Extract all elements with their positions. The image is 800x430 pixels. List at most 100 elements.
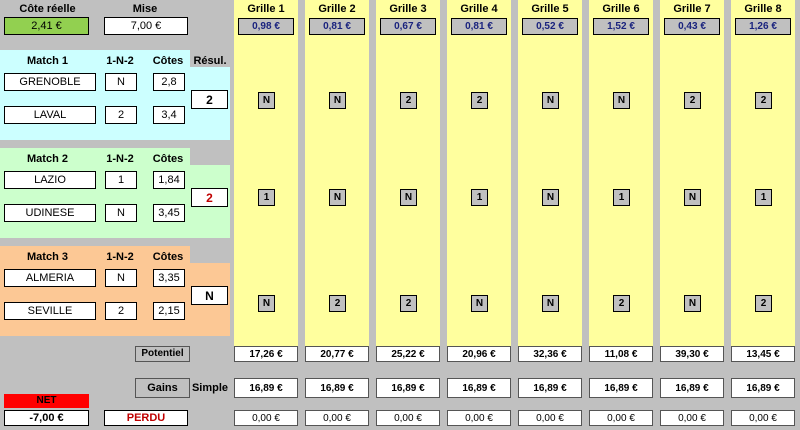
pick-away-input[interactable]: 2 [105,302,137,320]
team-home: GRENOBLE [4,73,96,91]
cote-reelle-value: 2,41 € [4,17,89,35]
team-home: ALMERIA [4,269,96,287]
grille-pick[interactable]: 1 [471,189,488,206]
grille-pick[interactable]: N [258,92,275,109]
col-1n2-header: 1-N-2 [106,251,134,263]
pick-home-input[interactable]: N [105,73,137,91]
grille-pick[interactable]: 1 [755,189,772,206]
team-away: UDINESE [4,204,96,222]
match-title: Match 1 [27,55,68,67]
grille-pick[interactable]: N [258,295,275,312]
potentiel-label: Potentiel [141,348,184,359]
net-label: NET [4,394,89,408]
grille-title: Grille 1 [247,3,285,15]
grille-potentiel: 25,22 € [376,346,440,362]
grille-potentiel: 32,36 € [518,346,582,362]
cote-home-input[interactable]: 2,8 [153,73,185,91]
grille-cote: 0,67 € [380,18,436,35]
pick-home-input[interactable]: N [105,269,137,287]
result-input[interactable]: 2 [191,90,228,109]
grille-pick[interactable]: 2 [471,92,488,109]
pick-home-input[interactable]: 1 [105,171,137,189]
grille-pick[interactable]: 1 [258,189,275,206]
grille-net: 0,00 € [731,410,795,426]
grille-pick[interactable]: 2 [400,295,417,312]
grille-title: Grille 8 [744,3,782,15]
grille-cote: 0,98 € [238,18,294,35]
grille-potentiel: 20,77 € [305,346,369,362]
grille-pick[interactable]: 2 [684,92,701,109]
grille-cote: 1,26 € [735,18,791,35]
grille-pick[interactable]: N [684,295,701,312]
col-1n2-header: 1-N-2 [106,153,134,165]
grille-gains: 16,89 € [518,378,582,398]
gains-label: Gains [147,382,178,394]
pick-away-input[interactable]: N [105,204,137,222]
grille-net: 0,00 € [376,410,440,426]
grille-gains: 16,89 € [305,378,369,398]
grille-pick[interactable]: 1 [613,189,630,206]
team-away: SEVILLE [4,302,96,320]
grille-title: Grille 2 [318,3,356,15]
grille-potentiel: 13,45 € [731,346,795,362]
status-badge: PERDU [104,410,188,426]
grille-potentiel: 20,96 € [447,346,511,362]
cote-home-input[interactable]: 3,35 [153,269,185,287]
cote-away-input[interactable]: 3,4 [153,106,185,124]
grille-title: Grille 6 [602,3,640,15]
grille-cote: 1,52 € [593,18,649,35]
grille-title: Grille 5 [531,3,569,15]
simple-label: Simple [191,382,229,394]
result-input[interactable]: 2 [191,188,228,207]
net-value: -7,00 € [4,410,89,426]
grille-net: 0,00 € [234,410,298,426]
grille-pick[interactable]: N [471,295,488,312]
grille-cote: 0,43 € [664,18,720,35]
cote-away-input[interactable]: 3,45 [153,204,185,222]
mise-input[interactable]: 7,00 € [104,17,188,35]
grille-pick[interactable]: N [684,189,701,206]
grille-cote: 0,81 € [451,18,507,35]
grille-gains: 16,89 € [731,378,795,398]
grille-net: 0,00 € [518,410,582,426]
grille-pick[interactable]: N [542,92,559,109]
col-cotes-header: Côtes [152,251,184,263]
grille-net: 0,00 € [589,410,653,426]
cote-reelle-label: Côte réelle [19,3,76,15]
grille-pick[interactable]: 2 [755,295,772,312]
grille-net: 0,00 € [447,410,511,426]
grille-pick[interactable]: 2 [329,295,346,312]
cote-away-input[interactable]: 2,15 [153,302,185,320]
team-away: LAVAL [4,106,96,124]
pick-away-input[interactable]: 2 [105,106,137,124]
grille-pick[interactable]: 2 [400,92,417,109]
grille-net: 0,00 € [660,410,724,426]
grille-pick[interactable]: N [400,189,417,206]
grille-potentiel: 17,26 € [234,346,298,362]
grille-title: Grille 7 [673,3,711,15]
grille-pick[interactable]: N [329,189,346,206]
grille-gains: 16,89 € [376,378,440,398]
grille-title: Grille 3 [389,3,427,15]
col-1n2-header: 1-N-2 [106,55,134,67]
mise-label: Mise [132,3,158,15]
col-cotes-header: Côtes [152,153,184,165]
grille-gains: 16,89 € [447,378,511,398]
grille-pick[interactable]: N [542,189,559,206]
grille-gains: 16,89 € [234,378,298,398]
grille-pick[interactable]: N [329,92,346,109]
grille-gains: 16,89 € [589,378,653,398]
cote-home-input[interactable]: 1,84 [153,171,185,189]
grille-cote: 0,81 € [309,18,365,35]
team-home: LAZIO [4,171,96,189]
grille-title: Grille 4 [460,3,498,15]
grille-potentiel: 11,08 € [589,346,653,362]
grille-pick[interactable]: N [542,295,559,312]
col-cotes-header: Côtes [152,55,184,67]
grille-potentiel: 39,30 € [660,346,724,362]
grille-pick[interactable]: N [613,92,630,109]
grille-pick[interactable]: 2 [613,295,630,312]
grille-pick[interactable]: 2 [755,92,772,109]
result-input[interactable]: N [191,286,228,305]
grille-cote: 0,52 € [522,18,578,35]
